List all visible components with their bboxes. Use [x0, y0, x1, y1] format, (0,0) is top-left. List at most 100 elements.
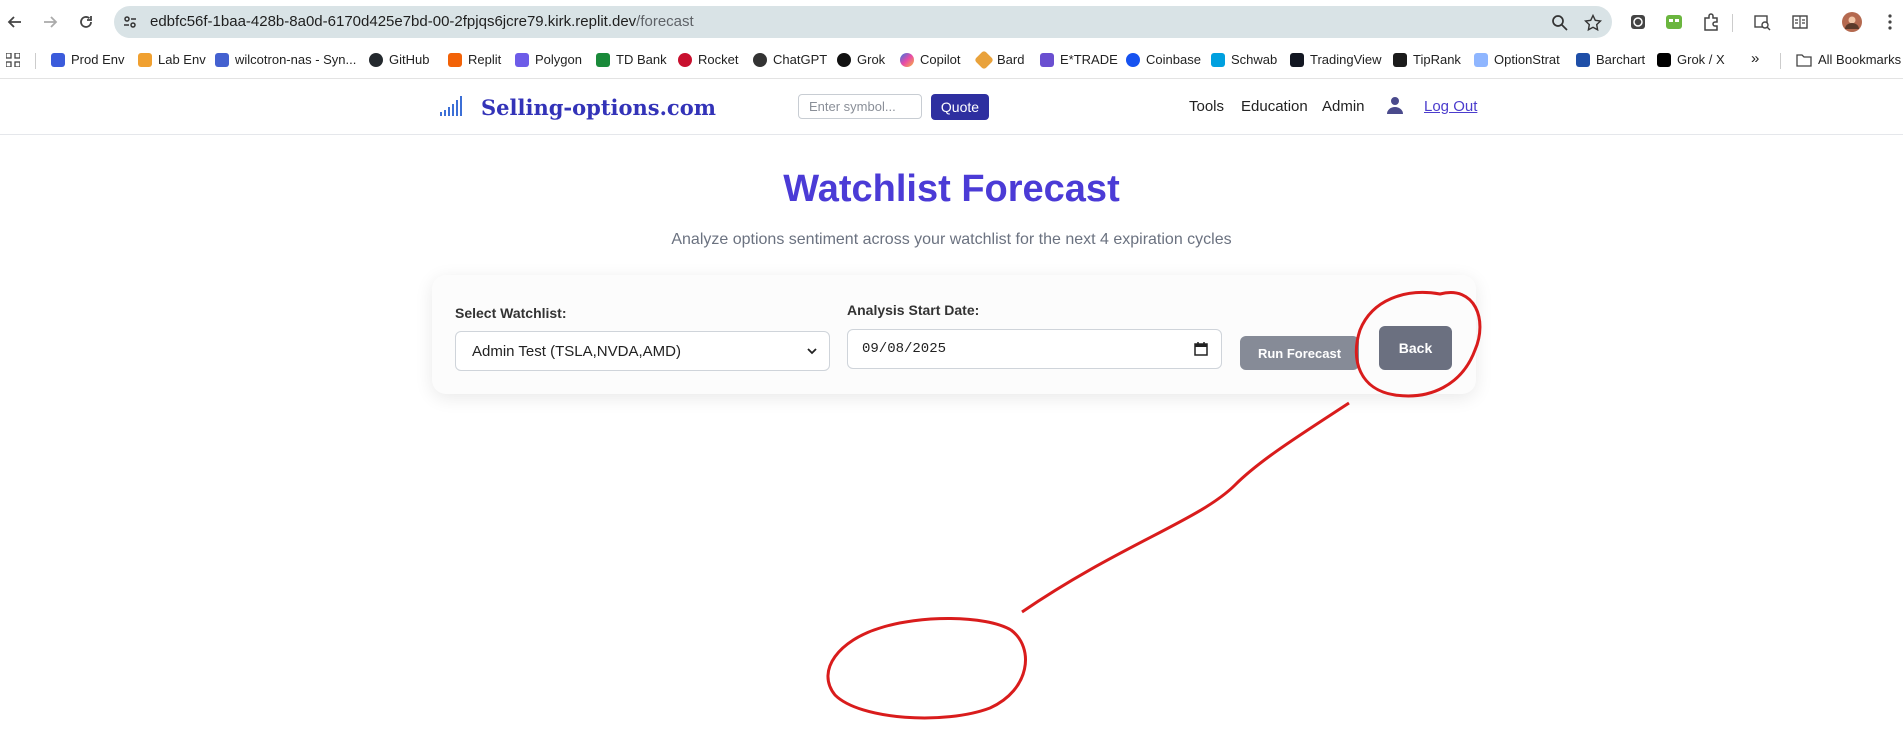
bookmark-label: Replit	[468, 52, 502, 67]
bookmark-prod-env[interactable]: Prod Env	[51, 52, 124, 67]
bookmark-label: TipRank	[1413, 52, 1461, 67]
bookmark-label: ChatGPT	[773, 52, 828, 67]
reload-icon[interactable]	[73, 9, 99, 35]
github-icon	[369, 52, 383, 67]
apps-grid-icon[interactable]	[5, 52, 21, 72]
symbol-search-input[interactable]	[798, 94, 922, 119]
bookmark-polygon[interactable]: Polygon	[515, 52, 582, 67]
optionstrat-icon	[1474, 52, 1488, 67]
kebab-menu-icon[interactable]	[1880, 12, 1900, 32]
bookmark-grok-x[interactable]: Grok / X	[1657, 52, 1725, 67]
tradingview-icon	[1290, 52, 1304, 67]
bookmark-label: wilcotron-nas - Syn...	[235, 52, 357, 67]
forward-arrow-icon[interactable]	[37, 9, 63, 35]
replit-icon	[448, 52, 462, 67]
watchlist-select[interactable]: Admin Test (TSLA,NVDA,AMD)	[455, 331, 830, 371]
tiprank-icon	[1393, 52, 1407, 67]
bookmark-label: Copilot	[920, 52, 961, 67]
folder-icon	[1796, 53, 1812, 67]
star-bookmark-icon[interactable]	[1584, 14, 1602, 32]
url-host: edbfc56f-1baa-428b-8a0d-6170d425e7bd-00-…	[150, 13, 637, 30]
zoom-icon[interactable]	[1551, 14, 1569, 32]
polygon-icon	[515, 52, 529, 67]
bookmark-favicon-icon	[51, 52, 65, 67]
bookmarks-bar: Prod Env Lab Env wilcotron-nas - Syn... …	[0, 44, 1903, 79]
barchart-icon	[1576, 52, 1590, 67]
brand-name[interactable]: Selling-options.com	[481, 95, 716, 120]
bookmark-barchart[interactable]: Barchart	[1576, 52, 1645, 67]
annotation-empty-oval	[826, 617, 1027, 720]
openai-extension-icon[interactable]	[1628, 12, 1648, 32]
bookmark-optionstrat[interactable]: OptionStrat	[1474, 52, 1560, 67]
bookmark-chatgpt[interactable]: ChatGPT	[753, 52, 827, 67]
x-icon	[1657, 52, 1671, 67]
back-arrow-icon[interactable]	[2, 9, 28, 35]
bookmark-label: OptionStrat	[1494, 52, 1560, 67]
quote-button[interactable]: Quote	[931, 94, 989, 120]
start-date-input[interactable]: 09/08/2025	[847, 329, 1222, 369]
bookmark-label: Schwab	[1231, 52, 1278, 67]
address-bar[interactable]: edbfc56f-1baa-428b-8a0d-6170d425e7bd-00-…	[114, 6, 1612, 38]
bookmark-schwab[interactable]: Schwab	[1211, 52, 1277, 67]
profile-avatar[interactable]	[1842, 12, 1862, 32]
bookmark-lab-env[interactable]: Lab Env	[138, 52, 206, 67]
bookmark-label: Barchart	[1596, 52, 1646, 67]
bookmark-td-bank[interactable]: TD Bank	[596, 52, 667, 67]
grok-icon	[837, 52, 851, 67]
bookmark-etrade[interactable]: E*TRADE	[1040, 52, 1118, 67]
bookmark-label: Coinbase	[1146, 52, 1201, 67]
calendar-icon[interactable]	[1193, 341, 1209, 357]
extensions-puzzle-icon[interactable]	[1701, 12, 1721, 32]
url-text[interactable]: edbfc56f-1baa-428b-8a0d-6170d425e7bd-00-…	[150, 13, 694, 30]
rocket-icon	[678, 52, 692, 67]
overflow-chevrons-icon: »	[1751, 50, 1760, 67]
bookmark-label: Rocket	[698, 52, 739, 67]
bookmark-favicon-icon	[138, 52, 152, 67]
watchlist-label: Select Watchlist:	[455, 305, 567, 321]
bookmark-coinbase[interactable]: Coinbase	[1126, 52, 1201, 67]
bookmark-rocket[interactable]: Rocket	[678, 52, 738, 67]
coinbase-icon	[1126, 52, 1140, 67]
all-bookmarks-label: All Bookmarks	[1818, 52, 1902, 67]
start-date-value: 09/08/2025	[862, 341, 947, 357]
bookmark-wilcotron-nas[interactable]: wilcotron-nas - Syn...	[215, 52, 356, 67]
bar-chart-logo-icon[interactable]	[439, 95, 465, 117]
annotation-connector-line	[1021, 401, 1350, 614]
bookmark-bard[interactable]: Bard	[974, 49, 1024, 70]
schwab-icon	[1211, 52, 1225, 67]
bookmark-replit[interactable]: Replit	[448, 52, 501, 67]
bookmark-label: Lab Env	[158, 52, 206, 67]
back-button[interactable]: Back	[1379, 326, 1452, 370]
logout-link[interactable]: Log Out	[1424, 98, 1477, 115]
page-subtitle: Analyze options sentiment across your wa…	[671, 231, 1232, 248]
bookmark-divider	[1780, 53, 1781, 69]
bookmarks-overflow-button[interactable]: »	[1751, 50, 1759, 67]
copilot-icon	[900, 52, 914, 67]
bookmark-label: Polygon	[535, 52, 582, 67]
reading-mode-icon[interactable]	[1790, 12, 1810, 32]
bookmark-tiprank[interactable]: TipRank	[1393, 52, 1461, 67]
start-date-label: Analysis Start Date:	[847, 302, 980, 318]
site-header: Selling-options.com Quote Tools Educatio…	[0, 79, 1903, 135]
bookmark-tradingview[interactable]: TradingView	[1290, 52, 1382, 67]
watchlist-selected-value: Admin Test (TSLA,NVDA,AMD)	[472, 342, 681, 360]
site-settings-icon[interactable]	[122, 14, 138, 30]
bookmark-label: Grok	[857, 52, 886, 67]
nav-tools[interactable]: Tools	[1189, 98, 1224, 115]
run-forecast-button[interactable]: Run Forecast	[1240, 336, 1359, 370]
bookmark-grok[interactable]: Grok	[837, 52, 885, 67]
bookmark-label: TD Bank	[616, 52, 667, 67]
bookmark-label: Prod Env	[71, 52, 125, 67]
all-bookmarks-folder[interactable]: All Bookmarks	[1796, 52, 1901, 67]
nav-admin[interactable]: Admin	[1322, 98, 1365, 115]
bookmark-label: Grok / X	[1677, 52, 1725, 67]
tab-search-icon[interactable]	[1752, 12, 1772, 32]
bookmark-divider	[35, 53, 36, 69]
user-icon[interactable]	[1387, 96, 1403, 114]
green-extension-icon[interactable]	[1664, 12, 1684, 32]
nav-education[interactable]: Education	[1241, 98, 1308, 115]
bookmark-copilot[interactable]: Copilot	[900, 52, 960, 67]
bookmark-label: E*TRADE	[1060, 52, 1118, 67]
bookmark-github[interactable]: GitHub	[369, 52, 429, 67]
url-path: /forecast	[636, 13, 694, 30]
